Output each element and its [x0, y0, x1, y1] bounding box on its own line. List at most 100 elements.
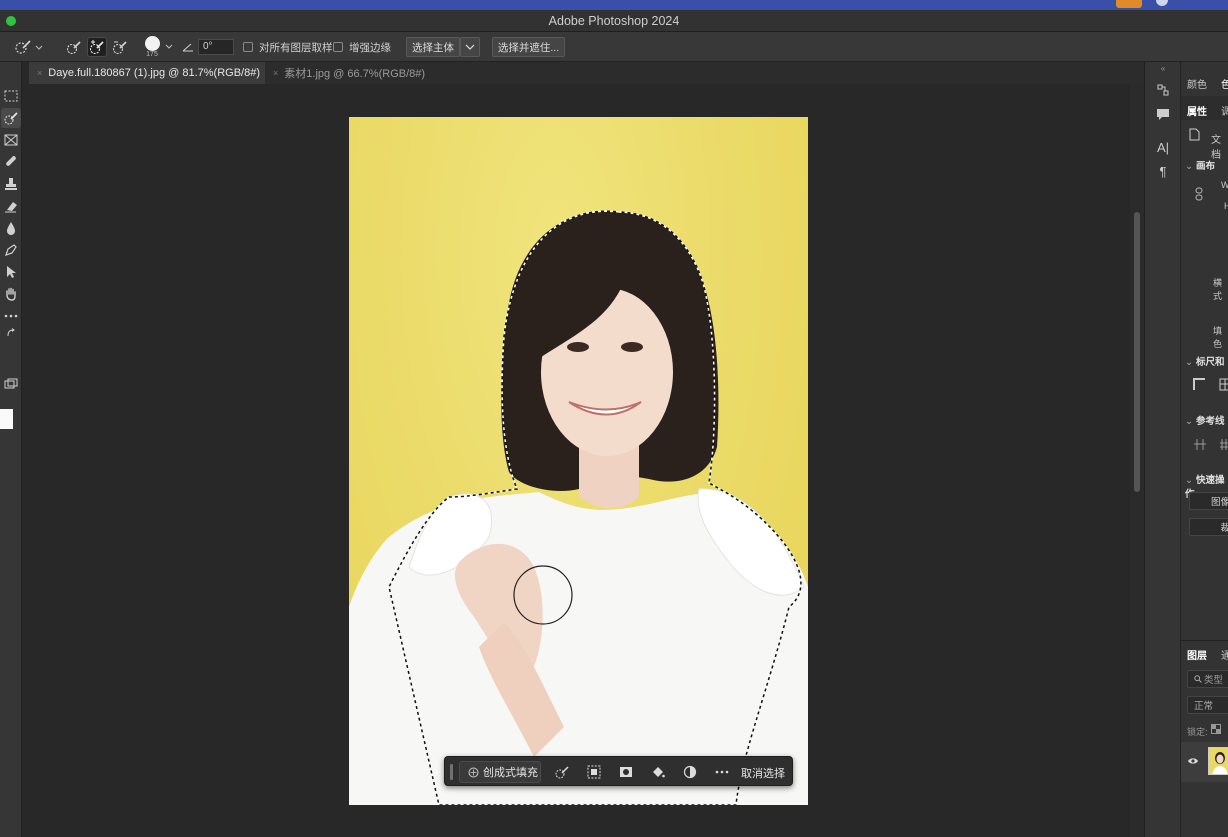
enhance-edge-checkbox[interactable]: [333, 42, 343, 52]
character-icon[interactable]: A|: [1154, 138, 1172, 156]
tab-daye-document[interactable]: × Daye.full.180867 (1).jpg @ 81.7%(RGB/8…: [29, 62, 265, 84]
link-dimensions-icon[interactable]: [1195, 187, 1203, 204]
user-icon[interactable]: [1156, 0, 1168, 6]
lock-label: 锁定:: [1187, 727, 1208, 737]
brush-size-dropdown-chevron-icon[interactable]: [164, 37, 174, 57]
brush-tip-preview: [145, 36, 160, 51]
right-panel: 颜色 色 属性 调 文档 ⌄ 画布 W H 横式 填色 ⌄ 标尺和 ⌄ 参考线 ⌄ 快速…: [1180, 62, 1228, 837]
tab-layers[interactable]: 图层: [1187, 647, 1207, 662]
tab-sucai-document[interactable]: × 素材1.jpg @ 66.7%(RGB/8#): [265, 62, 435, 84]
grid-icon[interactable]: [1219, 378, 1228, 394]
select-and-mask-button[interactable]: 选择并遮住...: [492, 37, 565, 57]
scrollbar-thumb[interactable]: [1134, 212, 1140, 492]
history-icon[interactable]: [1154, 81, 1172, 99]
portrait-image: [349, 210, 808, 805]
more-tools-icon[interactable]: [1, 306, 21, 326]
brush-angle-input[interactable]: 0°: [198, 39, 234, 55]
eraser-tool-icon[interactable]: [1, 196, 21, 216]
generative-fill-button[interactable]: 创成式填充: [459, 761, 541, 783]
adjustment-layer-icon[interactable]: [679, 762, 701, 782]
tab-adjustments[interactable]: 调: [1221, 103, 1228, 118]
ruler-icon[interactable]: [1193, 378, 1206, 394]
window-title: Adobe Photoshop 2024: [548, 14, 680, 28]
tab-channels[interactable]: 通: [1221, 647, 1228, 662]
tab-swatches[interactable]: 色: [1221, 76, 1228, 91]
document-tabs: × Daye.full.180867 (1).jpg @ 81.7%(RGB/8…: [29, 62, 1144, 84]
window-titlebar: Adobe Photoshop 2024: [0, 10, 1228, 32]
quick-action-crop-button[interactable]: 裁: [1189, 518, 1228, 536]
tab-label: Daye.full.180867 (1).jpg @ 81.7%(RGB/8#): [48, 67, 260, 79]
collapse-panels-icon[interactable]: «: [1154, 64, 1172, 73]
canvas-fill-label: 填色: [1213, 326, 1223, 349]
notification-badge[interactable]: [1116, 0, 1142, 8]
tools-panel: [0, 62, 22, 837]
sparkle-icon: [468, 767, 479, 778]
new-guide-icon[interactable]: [1219, 438, 1228, 454]
quick-selection-preset-icon: [15, 40, 43, 54]
brush-size-picker[interactable]: 175: [141, 35, 165, 61]
frame-tool-icon[interactable]: [1, 130, 21, 150]
close-tab-icon[interactable]: ×: [37, 68, 42, 78]
canvas-orientation-label: 横式: [1213, 278, 1223, 301]
chevron-down-icon: [465, 44, 475, 50]
screen-mode-icon[interactable]: [1, 374, 21, 394]
quick-selection-tool-icon[interactable]: [1, 108, 21, 128]
guide-layout-icon[interactable]: [1193, 438, 1207, 454]
tab-label: 素材1.jpg @ 66.7%(RGB/8#): [284, 68, 426, 80]
marquee-tool-icon[interactable]: [1, 86, 21, 106]
brush-size-value: 175: [146, 51, 158, 58]
section-guides[interactable]: ⌄ 参考线: [1185, 413, 1224, 427]
invert-selection-icon[interactable]: [583, 762, 605, 782]
generative-fill-label: 创成式填充: [483, 767, 538, 779]
foreground-color-swatch[interactable]: [0, 409, 13, 429]
tool-preset-picker[interactable]: [12, 37, 46, 57]
more-options-icon[interactable]: [711, 762, 733, 782]
tab-properties[interactable]: 属性: [1187, 103, 1207, 118]
new-selection-brush-icon[interactable]: [64, 37, 84, 57]
comments-icon[interactable]: [1154, 105, 1172, 123]
tab-color[interactable]: 颜色: [1187, 76, 1207, 91]
vertical-scrollbar[interactable]: [1130, 84, 1144, 837]
subtract-from-selection-brush-icon[interactable]: [110, 37, 130, 57]
taskbar-drag-handle[interactable]: [450, 764, 453, 780]
system-menubar: [0, 0, 1228, 10]
swap-colors-icon[interactable]: [1, 326, 21, 340]
fill-bucket-icon[interactable]: [647, 762, 669, 782]
deselect-button[interactable]: 取消选择: [741, 765, 785, 781]
document-label: 文档: [1211, 135, 1221, 161]
modify-selection-icon[interactable]: [551, 762, 573, 782]
enhance-edge-label: 增强边缘: [349, 42, 391, 54]
contextual-task-bar: 创成式填充 取消选择: [444, 756, 793, 786]
sample-all-layers-checkbox[interactable]: [243, 42, 253, 52]
angle-icon: [181, 37, 195, 57]
lock-transparency-icon[interactable]: [1211, 724, 1221, 737]
canvas-width-label: W: [1221, 180, 1228, 190]
mask-icon[interactable]: [615, 762, 637, 782]
close-tab-icon[interactable]: ×: [273, 68, 278, 78]
document-icon: [1189, 128, 1200, 144]
section-canvas[interactable]: ⌄ 画布: [1185, 158, 1215, 172]
paragraph-icon[interactable]: ¶: [1154, 162, 1172, 180]
quick-action-image-button[interactable]: 图像: [1189, 492, 1228, 510]
pen-tool-icon[interactable]: [1, 240, 21, 260]
stamp-tool-icon[interactable]: [1, 174, 21, 194]
layer-thumbnail[interactable]: [1208, 747, 1228, 775]
search-icon: [1194, 675, 1202, 683]
section-rulers[interactable]: ⌄ 标尺和: [1185, 354, 1224, 368]
canvas-height-label: H: [1224, 201, 1228, 211]
options-bar: 175 0° 对所有图层取样 增强边缘 选择主体 选择并遮住...: [0, 32, 1228, 62]
select-subject-dropdown-button[interactable]: [460, 37, 480, 57]
select-subject-button[interactable]: 选择主体: [406, 37, 460, 57]
panel-icon-dock: « A| ¶: [1144, 62, 1180, 837]
layer-filter-placeholder: 类型: [1204, 675, 1224, 686]
hand-tool-icon[interactable]: [1, 284, 21, 304]
blur-tool-icon[interactable]: [1, 218, 21, 238]
add-to-selection-brush-icon[interactable]: [87, 37, 107, 57]
sample-all-layers-label: 对所有图层取样: [259, 42, 333, 54]
blend-mode-select[interactable]: 正常: [1187, 696, 1228, 714]
layer-visibility-eye-icon[interactable]: [1187, 756, 1199, 768]
path-selection-tool-icon[interactable]: [1, 262, 21, 282]
layer-filter-input[interactable]: 类型: [1187, 670, 1228, 688]
document-canvas-photo[interactable]: [349, 117, 808, 805]
healing-brush-tool-icon[interactable]: [1, 151, 21, 171]
